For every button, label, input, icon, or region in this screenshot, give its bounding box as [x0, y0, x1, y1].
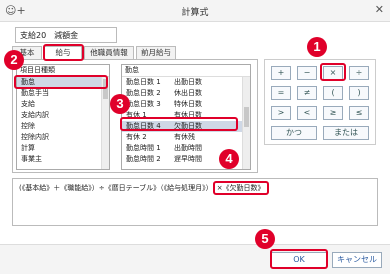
not-equal-button[interactable]: ≠ [297, 86, 317, 100]
item-highlight [120, 117, 238, 131]
step-marker-3: 3 [110, 94, 130, 114]
item-name: 有休残 [174, 133, 195, 141]
tab-other-staff-info[interactable]: 他職員情報 [84, 46, 134, 60]
formula-editor[interactable]: (《基本給》＋《職能給》）÷《暦日テーブル》（《給与処理月》） ×《欠勤日数》 [12, 178, 378, 226]
list-item[interactable]: 支給内訳 [17, 110, 109, 121]
window-title: 計算式 [181, 8, 209, 18]
item-code: 勤怠時間 1 [126, 144, 161, 152]
formula-expression: (《基本給》＋《職能給》）÷《暦日テーブル》（《給与処理月》） [19, 184, 213, 192]
list-item[interactable]: 勤怠手当 [17, 88, 109, 99]
table-row[interactable]: 勤怠日数 1 出勤日数 [122, 77, 250, 88]
greater-than-button[interactable]: > [271, 106, 291, 120]
scrollbar[interactable] [101, 77, 109, 169]
open-paren-button[interactable]: ( [323, 86, 343, 100]
formula-text-line: (《基本給》＋《職能給》）÷《暦日テーブル》（《給与処理月》） ×《欠勤日数》 [19, 181, 269, 195]
item-name-field[interactable]: 支給20 減額金 [15, 27, 117, 43]
table-row[interactable]: 勤怠日数 2 休出日数 [122, 88, 250, 99]
scrollbar[interactable] [242, 77, 250, 169]
close-paren-button[interactable]: ) [349, 86, 369, 100]
item-name: 遅早時間 [174, 155, 202, 163]
divide-button[interactable]: ÷ [349, 66, 369, 80]
list-item[interactable]: 控除 [17, 121, 109, 132]
category-highlight [14, 75, 108, 89]
tab-highlight [43, 44, 84, 61]
operator-highlight [320, 63, 346, 81]
formula-appended-term: ×《欠勤日数》 [212, 181, 269, 195]
equals-button[interactable]: = [271, 86, 291, 100]
list-header: 勤怠 [122, 65, 250, 77]
step-marker-5: 5 [255, 229, 275, 249]
table-row[interactable]: 勤怠日数 3 特休日数 [122, 99, 250, 110]
item-code: 勤怠日数 3 [126, 100, 161, 108]
title-bar: ☺+ 計算式 ✕ [0, 0, 390, 22]
list-item[interactable]: 事業主 [17, 154, 109, 165]
step-marker-2: 2 [4, 50, 24, 70]
list-item[interactable]: 計算 [17, 143, 109, 154]
greater-equal-button[interactable]: ≥ [323, 106, 343, 120]
item-name: 出勤時間 [174, 144, 202, 152]
tab-previous-month-salary[interactable]: 前月給与 [136, 46, 176, 60]
minus-button[interactable]: − [297, 66, 317, 80]
item-name: 出勤日数 [174, 78, 202, 86]
and-button[interactable]: かつ [271, 126, 317, 140]
scroll-thumb[interactable] [244, 107, 249, 127]
plus-button[interactable]: + [271, 66, 291, 80]
less-than-button[interactable]: < [297, 106, 317, 120]
ok-highlight [270, 249, 328, 269]
table-row[interactable]: 有休 2 有休残 [122, 132, 250, 143]
close-icon[interactable]: ✕ [375, 3, 384, 16]
item-code: 勤怠時間 2 [126, 155, 161, 163]
item-name: 休出日数 [174, 89, 202, 97]
less-equal-button[interactable]: ≤ [349, 106, 369, 120]
item-name: 特休日数 [174, 100, 202, 108]
step-marker-4: 4 [219, 149, 239, 169]
list-item[interactable]: 控除内訳 [17, 132, 109, 143]
item-code: 有休 2 [126, 133, 147, 141]
item-code: 勤怠日数 2 [126, 89, 161, 97]
item-code: 勤怠日数 1 [126, 78, 161, 86]
cancel-button[interactable]: キャンセル [332, 252, 382, 268]
list-item[interactable]: 支給 [17, 99, 109, 110]
dialog-footer: OK キャンセル [0, 244, 390, 274]
or-button[interactable]: または [323, 126, 369, 140]
step-marker-1: 1 [307, 37, 327, 57]
